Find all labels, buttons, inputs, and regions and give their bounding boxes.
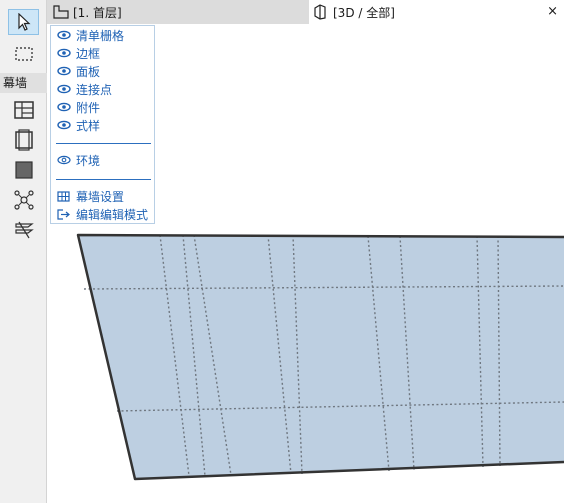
floor-plan-icon	[53, 5, 69, 19]
menu-item-label: 式样	[76, 118, 101, 133]
close-icon[interactable]: ×	[547, 4, 558, 20]
frame-icon	[14, 129, 33, 151]
menu-item-frames[interactable]: 边框	[51, 44, 154, 62]
curtain-wall-context-menu: 清单栅格 边框 面板 连接点 附件 式样 环境 幕墙设置 编辑编辑模式	[50, 25, 155, 224]
menu-item-curtain-wall-settings[interactable]: 幕墙设置	[51, 187, 154, 205]
menu-item-label: 环境	[76, 153, 101, 168]
exit-edit-mode-icon	[57, 208, 71, 220]
eye-icon	[57, 119, 71, 131]
view-tab-bar: [1. 首层] [3D / 全部] ×	[47, 0, 564, 24]
curtain-wall-tool-button[interactable]	[8, 97, 39, 123]
menu-item-label: 连接点	[76, 82, 113, 97]
menu-item-junctions[interactable]: 连接点	[51, 80, 154, 98]
menu-item-exit-edit-mode[interactable]: 编辑编辑模式	[51, 205, 154, 223]
eye-icon	[57, 83, 71, 95]
curtain-wall-settings-icon	[57, 190, 71, 202]
menu-item-label: 清单栅格	[76, 28, 125, 43]
menu-item-label: 幕墙设置	[76, 189, 125, 204]
curtain-wall-section-label: 幕墙	[0, 73, 47, 93]
panel-icon	[14, 161, 33, 179]
menu-item-accessories[interactable]: 附件	[51, 98, 154, 116]
curtain-wall-panel	[78, 235, 564, 479]
accessory-tool-button[interactable]	[8, 217, 39, 243]
marquee-icon	[14, 47, 33, 61]
panel-tool-button[interactable]	[8, 157, 39, 183]
marquee-tool-button[interactable]	[8, 41, 39, 67]
menu-item-environment[interactable]: 环境	[51, 151, 154, 169]
menu-item-panels[interactable]: 面板	[51, 62, 154, 80]
tab-floor-plan-label: [1. 首层]	[73, 5, 122, 20]
tab-3d-view-label: [3D / 全部]	[333, 5, 395, 20]
arrow-tool-button[interactable]	[8, 9, 39, 35]
menu-item-pattern[interactable]: 式样	[51, 116, 154, 134]
menu-item-label: 边框	[76, 46, 101, 61]
toolbox: 幕墙	[0, 0, 47, 503]
menu-item-label: 面板	[76, 64, 101, 79]
accessory-icon	[14, 221, 34, 239]
eye-icon	[57, 47, 71, 59]
arrow-cursor-icon	[17, 13, 31, 31]
eye-icon	[57, 29, 71, 41]
menu-separator	[56, 143, 151, 144]
junction-tool-button[interactable]	[8, 187, 39, 213]
tab-floor-plan[interactable]: [1. 首层]	[47, 0, 309, 24]
3d-view-icon	[314, 4, 326, 20]
junction-icon	[13, 190, 34, 210]
eye-icon	[57, 101, 71, 113]
eye-outline-icon	[57, 154, 71, 166]
frame-tool-button[interactable]	[8, 127, 39, 153]
tab-3d-view[interactable]: [3D / 全部] ×	[309, 0, 564, 24]
menu-item-label: 编辑编辑模式	[76, 207, 149, 222]
curtain-wall-icon	[13, 101, 34, 119]
eye-icon	[57, 65, 71, 77]
menu-item-label: 附件	[76, 100, 101, 115]
menu-separator	[56, 179, 151, 180]
menu-item-schema-grid[interactable]: 清单栅格	[51, 26, 154, 44]
